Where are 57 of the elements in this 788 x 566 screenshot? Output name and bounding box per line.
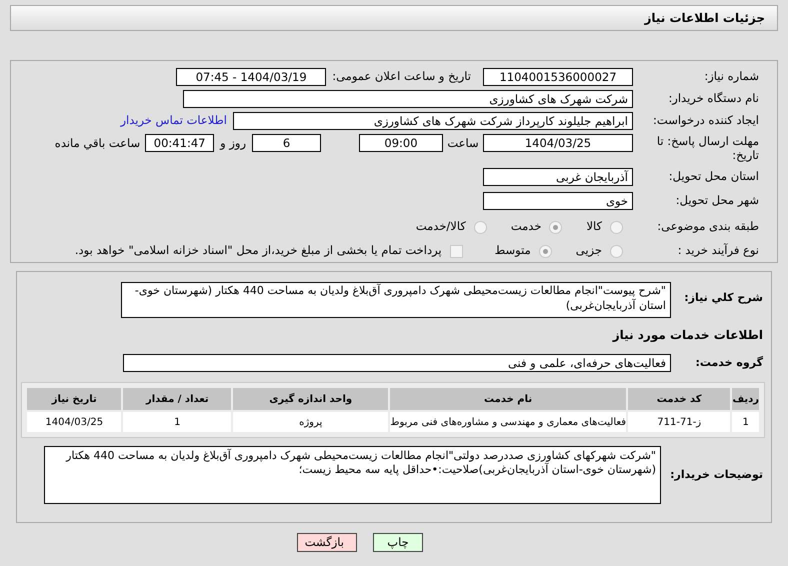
radio-button[interactable] [549, 220, 562, 234]
page-title: جزئیات اطلاعات نیاز [644, 10, 765, 27]
value-field: 09:00 [359, 134, 443, 152]
field-label: استان محل تحویل: [668, 168, 759, 186]
table-cell: 1 [123, 412, 232, 432]
print-button[interactable]: چاپ [373, 533, 423, 552]
radio-label: جزیی [576, 242, 602, 260]
checkbox[interactable] [450, 244, 463, 258]
field-label: شهر محل تحویل: [674, 192, 759, 210]
description-field: "شرح پیوست"انجام مطالعات زیست‌محیطی شهرک دامپروری آق‌بلاغ ولدیان به مساحت 440 هکتار (شهرستان خوی-استان آذربایجان‌غربی) [121, 282, 671, 318]
field-label: شرح کلي نیاز: [683, 290, 763, 306]
radio-label: کالا/خدمت [416, 218, 466, 236]
column-header: واحد اندازه گیری [233, 388, 388, 410]
table-cell: پروژه [233, 412, 388, 432]
field-label: نوع فرآیند خرید : [676, 242, 759, 260]
column-header: تعداد / مقدار [123, 388, 232, 410]
field-label: توضیحات خریدار: [669, 467, 763, 483]
value-field: ابراهیم جلیلوند کارپرداز شرکت شهرک های کشاورزی [233, 112, 633, 130]
radio-button[interactable] [610, 244, 623, 258]
field-label: طبقه بندی موضوعی: [656, 218, 759, 236]
field-label: گروه خدمت: [694, 355, 763, 371]
field-label: شماره نیاز: [703, 68, 759, 86]
radio-label: کالا [586, 218, 602, 236]
service-group-field: فعالیت‌های حرفه‌ای، علمی و فنی [123, 354, 671, 372]
radio-label: متوسط [494, 242, 531, 260]
countdown-field: 00:41:47 [145, 134, 214, 152]
section-title: اطلاعات خدمات مورد نیاز [612, 328, 763, 342]
value-field: شرکت شهرک های کشاورزی [183, 90, 633, 108]
value-field: 1404/03/19 - 07:45 [176, 68, 326, 86]
field-label: ساعت [446, 135, 480, 152]
column-header: نام خدمت [390, 388, 626, 410]
field-label: روز و [218, 135, 247, 152]
value-field: 1404/03/25 [483, 134, 633, 152]
field-label: ایجاد کننده درخواست: [652, 112, 759, 130]
column-header: کد خدمت [628, 388, 730, 410]
radio-button[interactable] [474, 220, 487, 234]
back-button[interactable]: بازگشت [297, 533, 357, 552]
table-cell: فعالیت‌های معماری و مهندسی و مشاوره‌های فنی مربوط [390, 412, 626, 432]
value-field: 6 [252, 134, 321, 152]
value-field: آذربایجان غربی [483, 168, 633, 186]
value-field: 1104001536000027 [483, 68, 633, 86]
radio-label: خدمت [510, 218, 542, 236]
field-label: مهلت ارسال پاسخ: تا تاریخ: [656, 134, 759, 162]
field-label: نام دستگاه خریدار: [667, 90, 759, 108]
buyer-notes-field: "شرکت شهرکهای کشاورزی صددرصد دولتی"انجام مطالعات زیست‌محیطی شهرک دامپروری آق‌بلاغ ولدیان به مساحت 440 هکتار (شهرستان خوی-استان آذربایجان‌غربی)صلاحیت:•حداقل پایه سه محیط زیست؛ [44, 446, 661, 504]
table-cell: ز-71-711 [628, 412, 730, 432]
column-header: ردیف [732, 388, 759, 410]
table-cell: 1 [732, 412, 759, 432]
field-label: تاریخ و ساعت اعلان عمومی: [331, 68, 472, 86]
table-cell: 1404/03/25 [27, 412, 122, 432]
buyer-contact-link[interactable]: اطلاعات تماس خریدار [120, 112, 227, 130]
field-label: ساعت باقي مانده [54, 135, 142, 152]
value-field: خوی [483, 192, 633, 210]
column-header: تاریخ نیاز [27, 388, 122, 410]
radio-button[interactable] [538, 244, 552, 258]
checkbox-label: پرداخت تمام یا بخشی از مبلغ خرید،از محل "اسناد خزانه اسلامی" خواهد بود. [74, 242, 442, 260]
radio-button[interactable] [610, 220, 623, 234]
